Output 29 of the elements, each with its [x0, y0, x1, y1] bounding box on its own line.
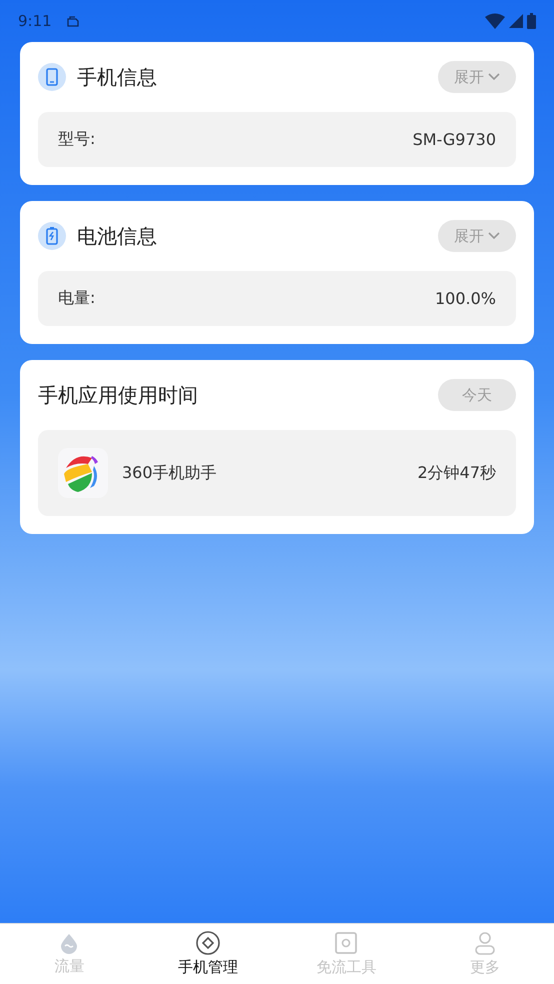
usage-time: 2分钟47秒	[417, 462, 496, 484]
phone-icon	[38, 63, 66, 91]
info-label: 电量:	[58, 288, 96, 309]
battery-icon	[38, 222, 66, 250]
info-value: 100.0%	[434, 289, 496, 308]
expand-button[interactable]: 展开	[438, 61, 516, 93]
cloud-icon	[66, 15, 80, 27]
app-icon	[58, 448, 108, 498]
status-time: 9:11	[18, 12, 52, 30]
nav-tab[interactable]: 免流工具	[277, 924, 416, 984]
date-filter-button[interactable]: 今天	[438, 379, 516, 411]
battery-icon	[527, 13, 536, 29]
signal-icon	[509, 14, 523, 28]
info-label: 型号:	[58, 129, 96, 150]
diamond-circle-icon	[196, 931, 220, 955]
nav-tab[interactable]: 手机管理	[138, 924, 277, 984]
person-icon	[474, 931, 496, 955]
box-icon	[334, 931, 358, 955]
nav-tab[interactable]: 更多	[416, 924, 554, 984]
app-name: 360手机助手	[122, 462, 217, 484]
chevron-down-icon	[488, 73, 500, 81]
info-value: SM-G9730	[412, 130, 496, 149]
chevron-down-icon	[488, 232, 500, 240]
nav-tab[interactable]: 流量	[0, 924, 138, 984]
card-title: 电池信息	[77, 222, 158, 250]
card-title: 手机信息	[77, 64, 158, 90]
expand-button[interactable]: 展开	[438, 220, 516, 252]
card-title: 手机应用使用时间	[38, 382, 199, 408]
wifi-icon	[485, 13, 505, 29]
